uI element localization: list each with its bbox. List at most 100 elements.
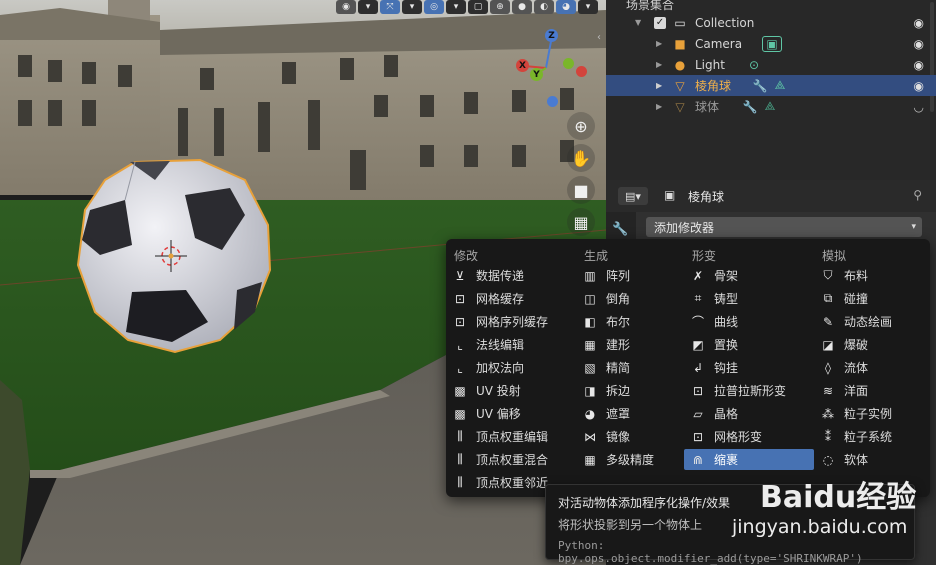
menu-item-array[interactable]: ▥ 阵列	[582, 265, 686, 286]
menu-item-mesh-cache[interactable]: ⊡ 网格缓存	[452, 288, 578, 309]
outliner-label: Light	[695, 57, 725, 72]
view-object-types-button[interactable]: ◉	[336, 0, 356, 14]
outliner-row-camera[interactable]: ▶ ■ Camera ▣ ◉	[606, 33, 936, 54]
wireframe-sphere-icon: ⊕	[496, 2, 504, 12]
shading-solid-button[interactable]: ●	[512, 0, 532, 14]
camera-view-button[interactable]: ■	[567, 176, 595, 204]
expand-arrow-icon[interactable]: ▶	[656, 81, 662, 90]
xray-toggle-button[interactable]: ▢	[468, 0, 488, 14]
menu-item-ocean[interactable]: ≋ 洋面	[820, 380, 924, 401]
menu-item-hook[interactable]: ↲ 钩挂	[690, 357, 814, 378]
menu-item-dynamic-paint[interactable]: ✎ 动态绘画	[820, 311, 924, 332]
outliner-row-sphere[interactable]: ▶ ▽ 球体 🔧 ⟁ ◡	[606, 96, 936, 117]
outliner-row-light[interactable]: ▶ ● Light ⊙ ◉	[606, 54, 936, 75]
gizmo-neg-y-axis[interactable]	[563, 58, 574, 69]
collapse-arrow-icon[interactable]: ▼	[635, 18, 641, 27]
gizmo-y-axis[interactable]: Y	[530, 68, 543, 81]
menu-item-decimate[interactable]: ▧ 精简	[582, 357, 686, 378]
menu-item-weighted-normal[interactable]: ⌞ 加权法向	[452, 357, 578, 378]
gizmo-x-axis[interactable]: X	[516, 59, 529, 72]
object-types-dropdown[interactable]: ▾	[358, 0, 378, 14]
menu-item-explode[interactable]: ◪ 爆破	[820, 334, 924, 355]
menu-item-cloth[interactable]: ⛉ 布料	[820, 265, 924, 286]
collapse-arrow-icon[interactable]: ‹	[597, 32, 601, 43]
gizmo-toggle-button[interactable]: ⤧	[380, 0, 400, 14]
expand-arrow-icon[interactable]: ▶	[656, 39, 662, 48]
menu-item-particle-instance[interactable]: ⁂ 粒子实例	[820, 403, 924, 424]
gizmo-z-axis[interactable]: Z	[545, 29, 558, 42]
mesh-data-icon[interactable]: ⟁	[762, 99, 778, 115]
overlays-toggle-button[interactable]: ◎	[424, 0, 444, 14]
menu-item-mesh-deform[interactable]: ⊡ 网格形变	[690, 426, 814, 447]
menu-item-normal-edit[interactable]: ⌞ 法线编辑	[452, 334, 578, 355]
explode-icon: ◪	[822, 337, 834, 352]
menu-item-collision[interactable]: ⧉ 碰撞	[820, 288, 924, 309]
menu-item-boolean[interactable]: ◧ 布尔	[582, 311, 686, 332]
menu-item-shrinkwrap[interactable]: ⋒ 缩裹	[684, 449, 814, 470]
add-modifier-button[interactable]: 添加修改器 ▾	[646, 217, 922, 237]
menu-item-label: 铸型	[714, 292, 739, 306]
menu-item-mirror[interactable]: ⋈ 镜像	[582, 426, 686, 447]
eye-icon[interactable]: ◉	[914, 79, 924, 93]
zoom-button[interactable]: ⊕	[567, 112, 595, 140]
menu-item-cast[interactable]: ⌗ 铸型	[690, 288, 814, 309]
menu-item-data-transfer[interactable]: ⊻ 数据传递	[452, 265, 578, 286]
menu-item-particle-system[interactable]: ⁑ 粒子系统	[820, 426, 924, 447]
menu-item-lattice[interactable]: ▱ 晶格	[690, 403, 814, 424]
menu-item-label: 动态绘画	[844, 315, 893, 329]
menu-item-bevel[interactable]: ◫ 倒角	[582, 288, 686, 309]
shading-wireframe-button[interactable]: ⊕	[490, 0, 510, 14]
outliner-row-angular-ball[interactable]: ▶ ▽ 棱角球 🔧 ⟁ ◉	[606, 75, 936, 96]
modifier-tab-wrench-icon[interactable]: 🔧	[612, 222, 628, 237]
expand-arrow-icon[interactable]: ▶	[656, 60, 662, 69]
eye-closed-icon[interactable]: ◡	[914, 100, 924, 114]
gizmo-neg-x-axis[interactable]	[576, 66, 587, 77]
edge-split-icon: ◨	[584, 383, 596, 398]
light-data-icon[interactable]: ⊙	[746, 57, 762, 73]
eye-icon[interactable]: ◉	[914, 58, 924, 72]
modifier-tooltip: 对活动物体添加程序化操作/效果 将形状投影到另一个物体上 Python: bpy…	[545, 484, 915, 565]
shading-rendered-button[interactable]: ◕	[556, 0, 576, 14]
zoom-icon: ⊕	[574, 116, 588, 136]
mesh-data-icon[interactable]: ⟁	[772, 78, 788, 94]
menu-item-displace[interactable]: ◩ 置换	[690, 334, 814, 355]
menu-item-vertex-weight-mix[interactable]: ⫼ 顶点权重混合	[452, 449, 578, 470]
menu-item-armature[interactable]: ✗ 骨架	[690, 265, 814, 286]
camera-data-icon[interactable]: ▣	[762, 35, 782, 52]
outliner-row-collection[interactable]: ▼ ✓ ▭ Collection ◉	[606, 12, 936, 33]
menu-item-fluid[interactable]: ◊ 流体	[820, 357, 924, 378]
gizmo-dropdown[interactable]: ▾	[402, 0, 422, 14]
menu-item-vertex-weight-edit[interactable]: ⫼ 顶点权重编辑	[452, 426, 578, 447]
shading-material-button[interactable]: ◐	[534, 0, 554, 14]
pin-icon[interactable]: ⚲	[913, 188, 922, 202]
chevron-down-icon: ▾	[585, 2, 591, 12]
wrench-icon[interactable]: 🔧	[742, 99, 758, 115]
overlays-dropdown[interactable]: ▾	[446, 0, 466, 14]
outliner-label: 球体	[695, 100, 720, 114]
hook-icon: ↲	[692, 360, 704, 375]
menu-item-curve[interactable]: ⌒ 曲线	[690, 311, 814, 332]
ortho-toggle-button[interactable]: ▦	[567, 208, 595, 236]
expand-arrow-icon[interactable]: ▶	[656, 102, 662, 111]
gizmo-neg-z-axis[interactable]	[547, 96, 558, 107]
menu-item-label: 网格形变	[714, 430, 763, 444]
menu-item-laplacian-deform[interactable]: ⊡ 拉普拉斯形变	[690, 380, 814, 401]
editor-type-button[interactable]: ▤▾	[618, 187, 648, 205]
menu-item-edge-split[interactable]: ◨ 拆边	[582, 380, 686, 401]
menu-item-soft-body[interactable]: ◌ 软体	[820, 449, 924, 470]
menu-item-multiresolution[interactable]: ▦ 多级精度	[582, 449, 686, 470]
collection-checkbox[interactable]: ✓	[652, 15, 668, 31]
vertex-weight-icon: ⫼	[457, 429, 463, 443]
shading-dropdown[interactable]: ▾	[578, 0, 598, 14]
mesh-object-icon: ▽	[675, 78, 685, 93]
eye-icon[interactable]: ◉	[914, 16, 924, 30]
camera-icon: ■	[573, 180, 589, 200]
pan-button[interactable]: ✋	[567, 144, 595, 172]
menu-item-uv-warp[interactable]: ▩ UV 偏移	[452, 403, 578, 424]
menu-item-build[interactable]: ▦ 建形	[582, 334, 686, 355]
menu-item-mesh-sequence-cache[interactable]: ⊡ 网格序列缓存	[452, 311, 578, 332]
eye-icon[interactable]: ◉	[914, 37, 924, 51]
menu-item-uv-project[interactable]: ▩ UV 投射	[452, 380, 578, 401]
wrench-icon[interactable]: 🔧	[752, 78, 768, 94]
menu-item-mask[interactable]: ◕ 遮罩	[582, 403, 686, 424]
